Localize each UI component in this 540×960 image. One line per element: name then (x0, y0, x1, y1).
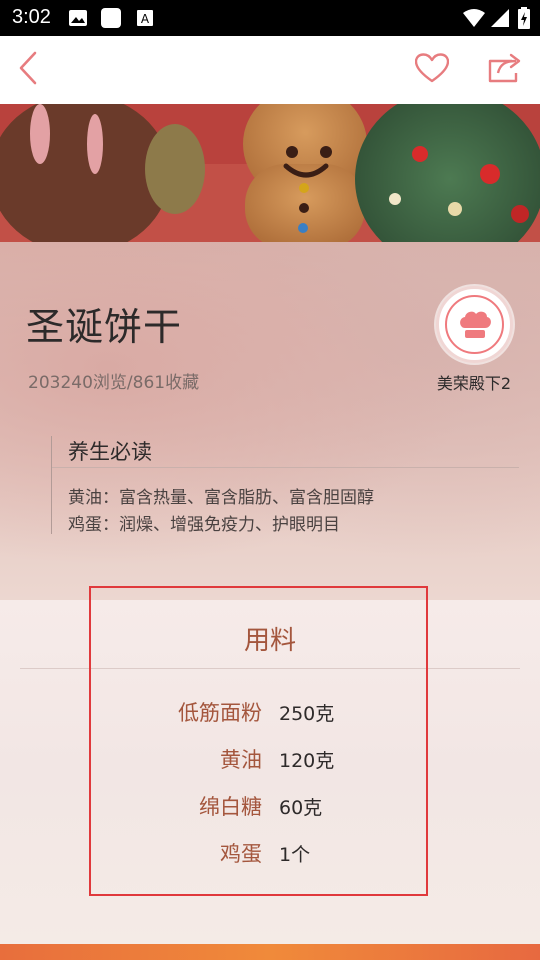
recipe-hero-image (0, 104, 540, 242)
top-bar (0, 36, 540, 104)
share-button[interactable] (484, 50, 524, 90)
square-icon (100, 0, 122, 36)
ingredient-name: 绵白糖 (199, 795, 262, 819)
ingredient-name: 鸡蛋 (220, 842, 262, 866)
ingredient-quantity: 60克 (279, 797, 323, 819)
ingredient-name: 低筋面粉 (178, 701, 262, 725)
chef-hat-icon (445, 295, 504, 354)
bottom-image-strip (0, 944, 540, 960)
divider (20, 668, 520, 669)
ingredient-quantity: 1个 (279, 844, 311, 866)
recipe-title: 圣诞饼干 (26, 305, 183, 349)
wifi-icon (462, 0, 486, 36)
ingredients-title: 用料 (243, 626, 296, 656)
image-icon (68, 0, 88, 36)
heart-icon (414, 53, 450, 87)
health-tip-line: 鸡蛋：润燥、增强免疫力、护眼明目 (68, 515, 340, 535)
health-tip-line: 黄油：富含热量、富含脂肪、富含胆固醇 (68, 488, 374, 508)
svg-text:A: A (141, 12, 150, 26)
health-tips-title: 养生必读 (68, 440, 152, 464)
back-button[interactable] (8, 50, 48, 90)
recipe-stats: 203240浏览/861收藏 (28, 373, 200, 393)
status-time: 3:02 (12, 6, 51, 28)
author-name[interactable]: 美荣殿下2 (410, 370, 538, 394)
share-icon (486, 53, 522, 87)
a-icon: A (136, 0, 154, 36)
ingredient-name: 黄油 (220, 748, 262, 772)
battery-icon (518, 0, 530, 36)
health-tips-section: 养生必读 黄油：富含热量、富含脂肪、富含胆固醇 鸡蛋：润燥、增强免疫力、护眼明目 (51, 436, 519, 535)
signal-icon (490, 0, 510, 36)
author-avatar[interactable] (436, 286, 513, 363)
status-bar: 3:02 A (0, 0, 540, 36)
divider (52, 467, 519, 468)
chevron-left-icon (17, 51, 39, 89)
ingredient-quantity: 120克 (279, 750, 335, 772)
ingredients-section: 用料 低筋面粉 250克 黄油 120克 绵白糖 60克 鸡蛋 1个 (0, 600, 540, 944)
favorite-button[interactable] (412, 50, 452, 90)
ingredient-quantity: 250克 (279, 703, 335, 725)
